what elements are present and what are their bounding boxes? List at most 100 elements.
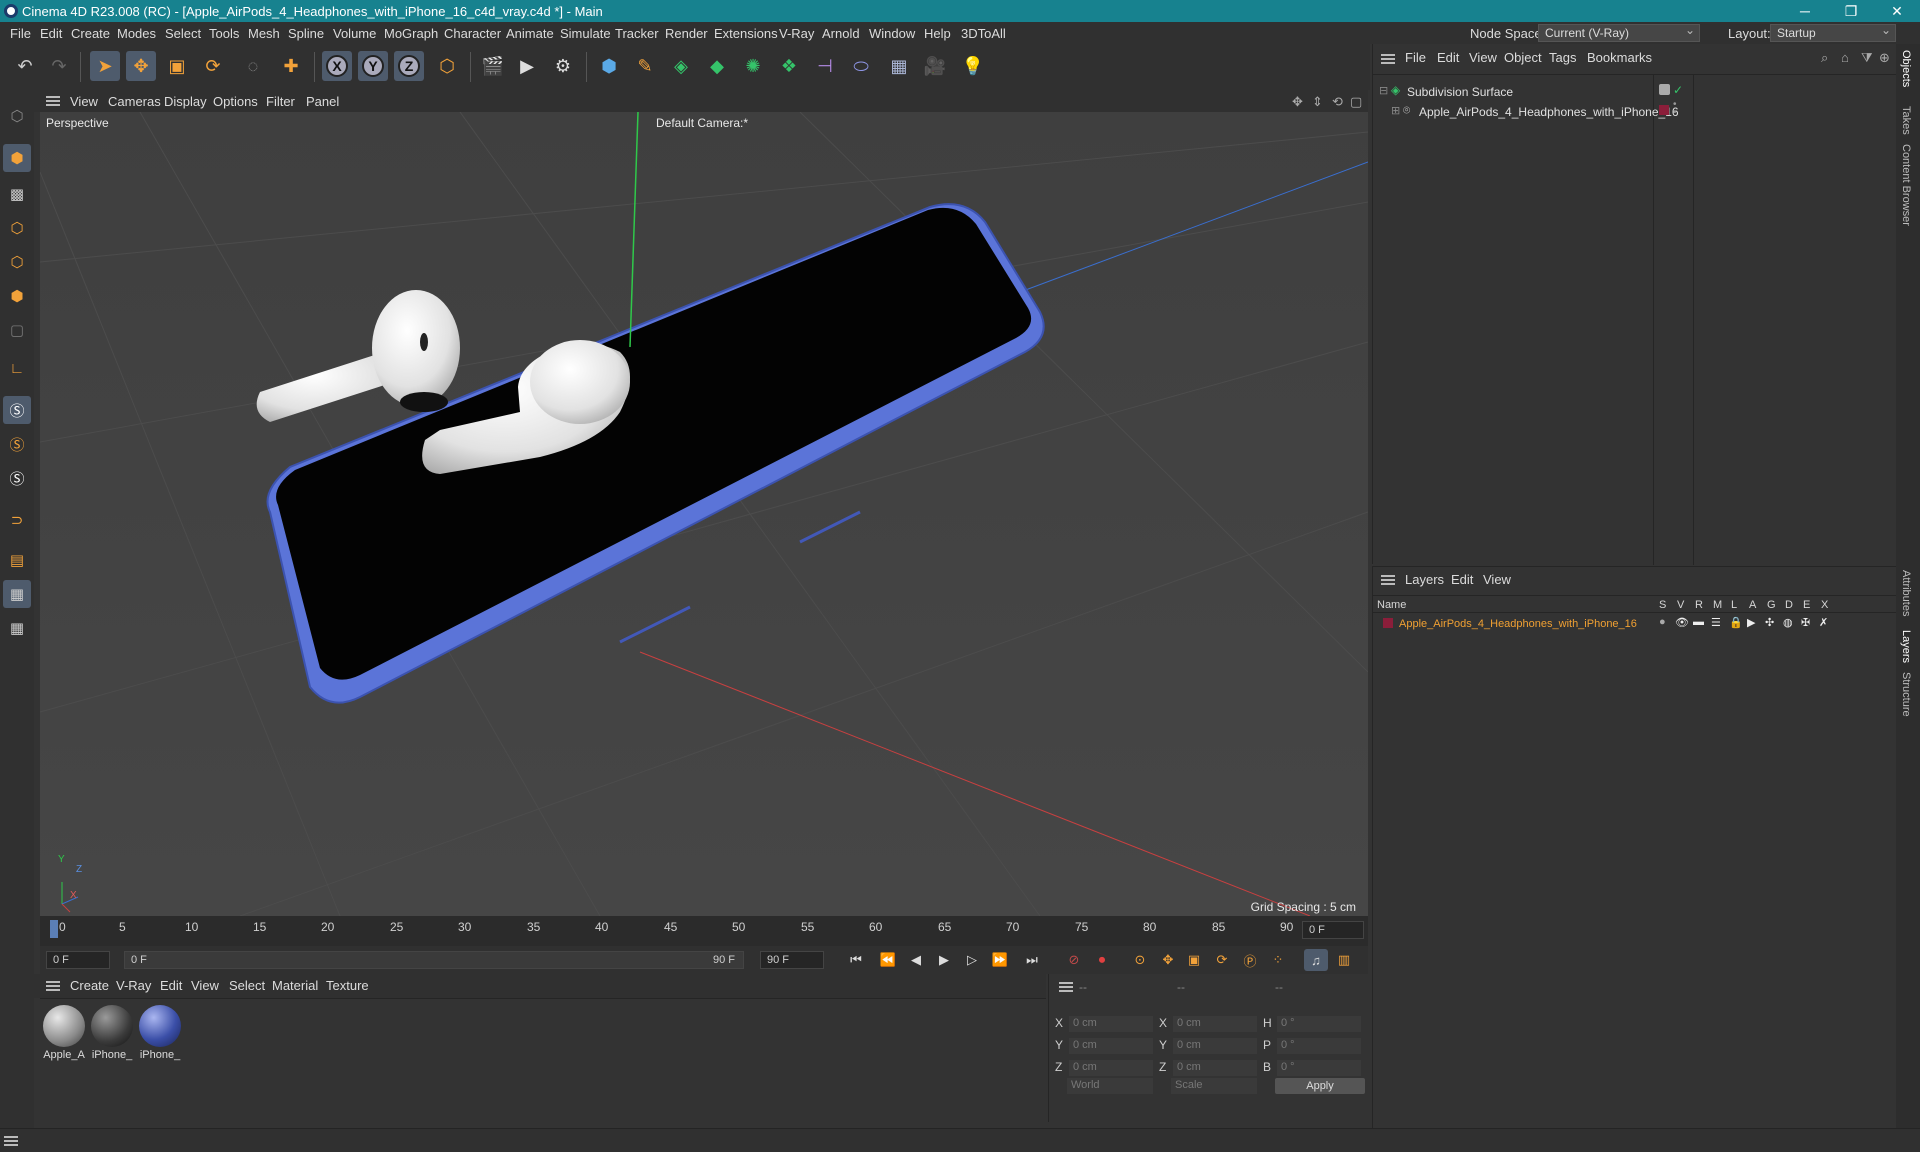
menu-character[interactable]: Character [444,26,501,41]
menu-render[interactable]: Render [665,26,708,41]
symmetry-icon[interactable]: ⊣ [810,51,840,81]
add-icon[interactable]: ✚ [276,51,306,81]
mat-menu-material[interactable]: Material [272,978,318,993]
frame-range-slider[interactable]: 0 F 90 F [124,951,744,969]
coord-system-icon[interactable]: ⬡ [432,51,462,81]
menu-3dtoall[interactable]: 3DToAll [961,26,1006,41]
tab-objects[interactable]: Objects [1900,50,1912,87]
apply-button[interactable]: Apply [1275,1078,1365,1094]
next-frame-icon[interactable]: ▷ [960,949,984,971]
menu-animate[interactable]: Animate [506,26,554,41]
mat-menu-edit[interactable]: Edit [160,978,182,993]
prev-key-icon[interactable]: ⏪ [876,949,900,971]
point-mode-icon[interactable]: ⬡ [3,214,31,242]
obj-menu-object[interactable]: Object [1504,50,1542,65]
view-eye-icon[interactable]: 👁 [1675,616,1689,629]
expand-icon[interactable]: ⊕ [1879,50,1890,66]
vp-rotate-icon[interactable]: ⟲ [1332,94,1343,110]
object-row[interactable]: ⊞ ⌾ Apple_AirPods_4_Headphones_with_iPho… [1373,100,1897,121]
home-icon[interactable]: ⌂ [1841,50,1849,65]
filter-icon[interactable]: ⧩ [1861,50,1873,66]
next-key-icon[interactable]: ⏩ [988,949,1012,971]
dope-sheet-icon[interactable]: ▥ [1332,949,1356,971]
search-icon[interactable]: ⌕ [1821,50,1828,66]
layer-menu-layers[interactable]: Layers [1405,572,1444,587]
animation-icon[interactable]: ▶ [1747,616,1755,629]
key-move-icon[interactable]: ✥ [1156,949,1180,971]
node-space-dropdown[interactable]: Current (V-Ray) [1538,23,1700,42]
key-select-icon[interactable]: ⊙ [1128,949,1152,971]
scale-icon[interactable]: ▣ [162,51,192,81]
polygon-mode-icon[interactable]: ⬢ [3,282,31,310]
vp-menu-display[interactable]: Display [164,94,207,109]
coord-rot-p-field[interactable]: 0 ° [1277,1038,1361,1054]
menu-create[interactable]: Create [71,26,110,41]
visibility-dots-icon[interactable]: • • [1673,100,1677,118]
menu-file[interactable]: File [10,26,31,41]
timeline-end-field[interactable]: 0 F [1302,921,1364,939]
lock-icon[interactable]: 🔒 [1729,616,1743,629]
coord-menu-icon[interactable] [1059,982,1073,992]
array-icon[interactable]: ❖ [774,51,804,81]
obj-menu-edit[interactable]: Edit [1437,50,1459,65]
deformers-icon[interactable]: ◍ [1783,616,1793,629]
cloner-icon[interactable]: ✺ [738,51,768,81]
layer-row[interactable]: Apple_AirPods_4_Headphones_with_iPhone_1… [1373,615,1897,633]
mat-menu-view[interactable]: View [191,978,219,993]
render-view-icon[interactable]: ▶ [512,51,542,81]
render-region-icon[interactable]: 🎬 [478,51,508,81]
render-icon[interactable]: ▬ [1693,616,1704,628]
status-menu-icon[interactable] [4,1136,18,1146]
tab-layers[interactable]: Layers [1900,630,1912,663]
menu-vray[interactable]: V-Ray [779,26,814,41]
move-icon[interactable]: ✥ [126,51,156,81]
menu-help[interactable]: Help [924,26,951,41]
menu-tools[interactable]: Tools [209,26,239,41]
vp-menu-filter[interactable]: Filter [266,94,295,109]
obj-menu-view[interactable]: View [1469,50,1497,65]
object-mode-icon[interactable]: ⬢ [3,144,31,172]
vp-menu-options[interactable]: Options [213,94,258,109]
camera-icon[interactable]: 🎥 [920,51,950,81]
play-icon[interactable]: ▶ [932,949,956,971]
subdivide-icon[interactable]: ◈ [666,51,696,81]
magnet-icon[interactable]: ⊃ [3,506,31,534]
key-pla-icon[interactable]: ⁘ [1266,949,1290,971]
undo-icon[interactable]: ↶ [10,51,40,81]
vp-menu-panel[interactable]: Panel [306,94,339,109]
snap-workplane-icon[interactable]: Ⓢ [3,464,31,492]
menu-tracker[interactable]: Tracker [615,26,659,41]
coord-size-z-field[interactable]: 0 cm [1173,1060,1257,1076]
coord-size-y-field[interactable]: 0 cm [1173,1038,1257,1054]
coord-scale-dropdown[interactable]: Scale [1171,1078,1257,1094]
solo-icon[interactable]: ● [1659,616,1666,628]
record-icon[interactable]: ⊘ [1062,949,1086,971]
locked-workplane-icon[interactable]: ▦ [3,614,31,642]
layout-dropdown[interactable]: Startup [1770,23,1896,42]
deformer-icon[interactable]: ⬭ [846,51,876,81]
coord-pos-x-field[interactable]: 0 cm [1069,1016,1153,1032]
material-swatch[interactable]: iPhone_ [138,1005,182,1061]
y-axis-icon[interactable]: Y [358,51,388,81]
prev-frame-icon[interactable]: ◀ [904,949,928,971]
menu-spline[interactable]: Spline [288,26,324,41]
snap-settings-icon[interactable]: Ⓢ [3,430,31,458]
light-icon[interactable]: 💡 [958,51,988,81]
menu-mesh[interactable]: Mesh [248,26,280,41]
generators-icon[interactable]: ✣ [1765,616,1774,629]
menu-arnold[interactable]: Arnold [822,26,860,41]
extrude-icon[interactable]: ◆ [702,51,732,81]
rotate-icon[interactable]: ⟳ [198,51,228,81]
material-menu-icon[interactable] [46,981,60,991]
redo-icon[interactable]: ↷ [44,51,74,81]
layer-color-icon[interactable] [1659,105,1669,115]
go-to-start-icon[interactable]: ⏮ [844,949,868,971]
coord-size-x-field[interactable]: 0 cm [1173,1016,1257,1032]
vp-menu-view[interactable]: View [70,94,98,109]
vp-zoom-icon[interactable]: ⇕ [1312,94,1323,110]
mat-menu-select[interactable]: Select [229,978,265,993]
menu-window[interactable]: Window [869,26,915,41]
workplane-icon[interactable]: ▤ [3,546,31,574]
tab-attributes[interactable]: Attributes [1900,570,1912,616]
live-select-icon[interactable]: ◌ [238,51,268,81]
